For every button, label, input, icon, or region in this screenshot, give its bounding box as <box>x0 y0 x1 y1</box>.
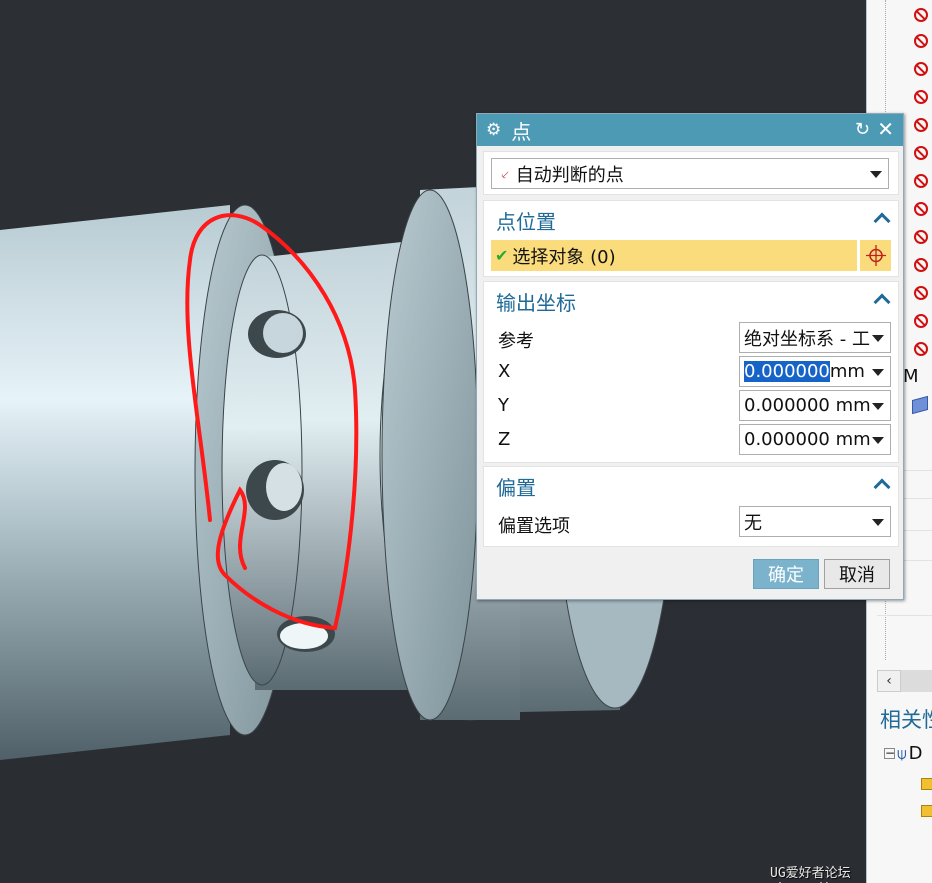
point-dialog: ⚙ 点 ↻ ✕ ⸔ 自动判断的点 点位置 ✔ 选择对象 (0) 输出坐标 参考 … <box>476 113 904 600</box>
dropdown-arrow-icon <box>872 368 884 376</box>
suppressed-icon <box>914 230 928 244</box>
suppressed-icon <box>914 314 928 328</box>
y-value: 0.000000 mm <box>744 395 871 416</box>
select-object-label: 选择对象 (0) <box>512 246 616 268</box>
dropdown-arrow-icon <box>872 518 884 526</box>
suppressed-feature-row[interactable] <box>914 254 929 276</box>
dependency-label: D <box>908 743 923 764</box>
suppressed-feature-row[interactable] <box>914 198 929 220</box>
type-section: ⸔ 自动判断的点 <box>483 151 899 195</box>
point-constructor-button[interactable] <box>859 240 891 271</box>
reset-icon[interactable]: ↻ <box>855 119 870 140</box>
point-location-heading[interactable]: 点位置 <box>496 206 556 235</box>
collapse-toggle-icon[interactable]: − <box>884 747 895 759</box>
z-value: 0.000000 mm <box>744 429 871 450</box>
suppressed-feature-row[interactable] <box>914 58 929 80</box>
suppressed-feature-row[interactable] <box>914 30 929 52</box>
suppressed-icon <box>914 34 928 48</box>
suppressed-feature-row[interactable] <box>914 170 929 192</box>
suppressed-feature-row[interactable] <box>914 310 929 332</box>
reference-select[interactable]: 绝对坐标系 - 工 <box>739 322 891 353</box>
crosshair-icon <box>866 245 886 266</box>
suppressed-icon <box>914 118 928 132</box>
offset-option-label: 偏置选项 <box>498 516 570 537</box>
x-unit: mm <box>829 361 865 382</box>
point-type-icon: ⸔ <box>500 167 510 183</box>
suppressed-feature-row[interactable] <box>914 86 929 108</box>
suppressed-icon <box>914 342 928 356</box>
scroll-left-button[interactable]: ‹ <box>877 670 901 692</box>
collapse-icon[interactable] <box>874 477 888 491</box>
x-value-selected: 0.000000 <box>744 361 830 382</box>
collapse-icon[interactable] <box>874 292 888 306</box>
z-coordinate-field[interactable]: 0.000000 mm <box>739 424 891 455</box>
gear-icon[interactable]: ⚙ <box>486 120 501 140</box>
suppressed-feature-row[interactable] <box>914 142 929 164</box>
watermark: UG爱好者论坛@kresnik <box>770 866 851 883</box>
cancel-button[interactable]: 取消 <box>824 559 890 589</box>
suppressed-icon <box>914 286 928 300</box>
z-label: Z <box>498 429 511 450</box>
folder-icon <box>921 805 932 817</box>
dependency-row[interactable]: − ⍦ D <box>884 743 922 764</box>
point-type-select[interactable]: ⸔ 自动判断的点 <box>491 158 889 189</box>
suppressed-feature-row[interactable] <box>914 282 929 304</box>
dropdown-arrow-icon <box>870 170 882 178</box>
suppressed-icon <box>914 202 928 216</box>
suppressed-icon <box>914 146 928 160</box>
suppressed-icon <box>914 8 928 22</box>
datum-icon: ⍦ <box>897 743 907 763</box>
horizontal-scrollbar[interactable] <box>901 670 932 692</box>
output-coords-heading[interactable]: 输出坐标 <box>496 287 576 316</box>
x-coordinate-field[interactable]: 0.000000 mm <box>739 356 891 387</box>
collapse-icon[interactable] <box>874 211 888 225</box>
output-coords-section: 输出坐标 参考 绝对坐标系 - 工 X 0.000000 mm Y 0.0000… <box>483 281 899 463</box>
suppressed-feature-row[interactable] <box>914 226 929 248</box>
ok-button[interactable]: 确定 <box>753 559 819 589</box>
suppressed-feature-row[interactable] <box>914 338 929 360</box>
x-label: X <box>498 361 511 382</box>
y-label: Y <box>498 395 509 416</box>
row-divider <box>877 615 932 616</box>
dependencies-panel-title[interactable]: 相关性 <box>880 704 932 734</box>
reference-label: 参考 <box>498 331 534 352</box>
suppressed-icon <box>914 62 928 76</box>
close-icon[interactable]: ✕ <box>877 117 894 141</box>
point-type-value: 自动判断的点 <box>515 164 624 186</box>
dropdown-arrow-icon <box>872 436 884 444</box>
folder-icon <box>921 778 932 790</box>
dialog-titlebar[interactable]: ⚙ 点 ↻ ✕ <box>477 114 903 146</box>
reference-value: 绝对坐标系 - 工 <box>744 328 870 350</box>
dropdown-arrow-icon <box>872 402 884 410</box>
check-icon: ✔ <box>495 246 509 265</box>
suppressed-feature-row[interactable] <box>914 4 929 26</box>
suppressed-icon <box>914 90 928 104</box>
suppressed-feature-row[interactable] <box>914 114 929 136</box>
offset-option-select[interactable]: 无 <box>739 506 891 537</box>
dialog-title: 点 <box>511 119 532 144</box>
suppressed-icon <box>914 258 928 272</box>
offset-heading[interactable]: 偏置 <box>496 472 536 501</box>
select-object-row[interactable]: ✔ 选择对象 (0) <box>491 240 857 271</box>
offset-section: 偏置 偏置选项 无 <box>483 466 899 547</box>
suppressed-icon <box>914 174 928 188</box>
nav-row-m[interactable]: M <box>903 366 919 387</box>
dropdown-arrow-icon <box>872 334 884 342</box>
y-coordinate-field[interactable]: 0.000000 mm <box>739 390 891 421</box>
offset-option-value: 无 <box>744 512 762 534</box>
